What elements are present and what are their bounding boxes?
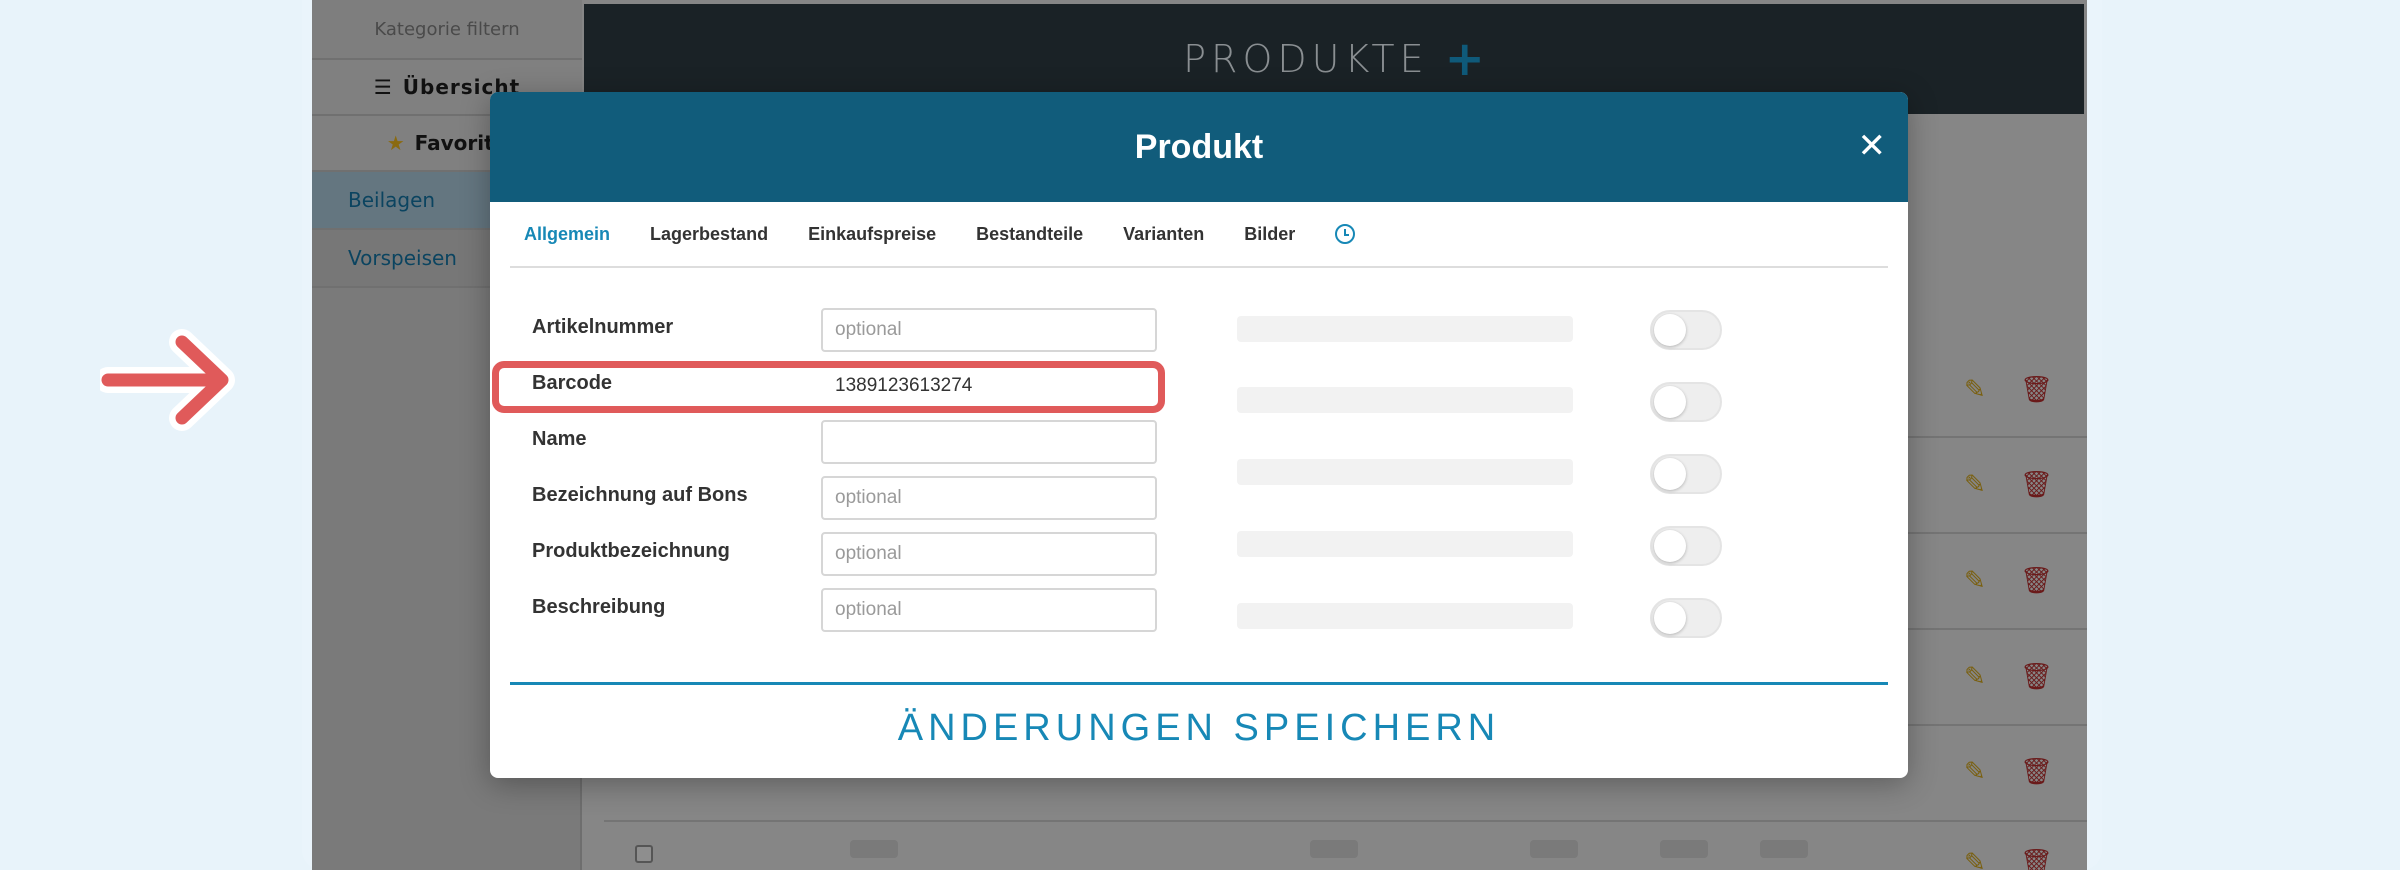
table-cell <box>1660 840 1708 858</box>
produktbezeichnung-toggle[interactable] <box>1650 598 1722 638</box>
close-icon[interactable]: ✕ <box>1858 126 1887 166</box>
category-filter-label: Kategorie filtern <box>374 18 520 40</box>
arrow-right-icon <box>100 329 235 431</box>
barcode-label: Barcode <box>532 372 613 394</box>
skeleton-placeholder <box>1237 603 1573 629</box>
pencil-icon[interactable]: ✎ <box>1964 470 1986 500</box>
pencil-icon[interactable]: ✎ <box>1964 375 1986 405</box>
tab-bestandteile[interactable]: Bestandteile <box>976 224 1083 245</box>
bezeichnung-bons-toggle[interactable] <box>1650 526 1722 566</box>
barcode-toggle[interactable] <box>1650 382 1722 422</box>
row-checkbox[interactable] <box>635 845 653 863</box>
add-product-icon[interactable]: + <box>1445 31 1485 87</box>
bezeichnung-bons-field[interactable] <box>821 476 1157 520</box>
name-label: Name <box>532 428 587 450</box>
table-cell <box>1530 840 1578 858</box>
star-icon: ★ <box>386 131 405 155</box>
tab-varianten[interactable]: Varianten <box>1123 224 1204 245</box>
produktbezeichnung-label: Produktbezeichnung <box>532 540 730 562</box>
beschreibung-label: Beschreibung <box>532 596 666 618</box>
page-title: PRODUKTE <box>1183 37 1429 81</box>
tab-bilder[interactable]: Bilder <box>1244 224 1295 245</box>
save-divider <box>510 682 1888 685</box>
list-icon: ☰ <box>373 75 393 99</box>
artikelnummer-toggle[interactable] <box>1650 310 1722 350</box>
trash-icon[interactable]: 🗑 <box>2020 662 2053 692</box>
trash-icon[interactable]: 🗑 <box>2020 470 2053 500</box>
category-filter[interactable]: Kategorie filtern <box>312 0 582 60</box>
trash-icon[interactable]: 🗑 <box>2020 848 2053 870</box>
save-changes-button[interactable]: ÄNDERUNGEN SPEICHERN <box>510 688 1888 768</box>
tab-allgemein[interactable]: Allgemein <box>524 224 610 245</box>
artikelnummer-field[interactable] <box>821 308 1157 352</box>
pencil-icon[interactable]: ✎ <box>1964 662 1986 692</box>
pencil-icon[interactable]: ✎ <box>1964 757 1986 787</box>
clock-icon[interactable] <box>1335 224 1356 244</box>
bezeichnung-bons-label: Bezeichnung auf Bons <box>532 484 748 506</box>
table-cell <box>850 840 898 858</box>
table-cell <box>1310 840 1358 858</box>
trash-icon[interactable]: 🗑 <box>2020 566 2053 596</box>
modal-title: Produkt <box>1134 127 1264 166</box>
name-field[interactable] <box>821 420 1157 464</box>
pencil-icon[interactable]: ✎ <box>1964 848 1986 870</box>
tab-einkaufspreise[interactable]: Einkaufspreise <box>808 224 936 245</box>
trash-icon[interactable]: 🗑 <box>2020 757 2053 787</box>
sidebar-item-label: Beilagen <box>348 188 436 212</box>
pencil-icon[interactable]: ✎ <box>1964 566 1986 596</box>
table-row <box>604 820 2087 822</box>
produktbezeichnung-field[interactable] <box>821 532 1157 576</box>
table-cell <box>1760 840 1808 858</box>
skeleton-placeholder <box>1237 387 1573 413</box>
skeleton-placeholder <box>1237 459 1573 485</box>
skeleton-placeholder <box>1237 316 1573 342</box>
sidebar-item-label: Vorspeisen <box>348 246 457 270</box>
artikelnummer-label: Artikelnummer <box>532 316 674 338</box>
modal-header: Produkt ✕ <box>490 92 1908 202</box>
modal-tabs: Allgemein Lagerbestand Einkaufspreise Be… <box>510 202 1888 268</box>
skeleton-placeholder <box>1237 531 1573 557</box>
trash-icon[interactable]: 🗑 <box>2020 375 2053 405</box>
name-toggle[interactable] <box>1650 454 1722 494</box>
tab-lagerbestand[interactable]: Lagerbestand <box>650 224 768 245</box>
barcode-field[interactable] <box>821 364 1157 408</box>
beschreibung-field[interactable] <box>821 588 1157 632</box>
product-modal: Produkt ✕ Allgemein Lagerbestand Einkauf… <box>490 92 1908 778</box>
